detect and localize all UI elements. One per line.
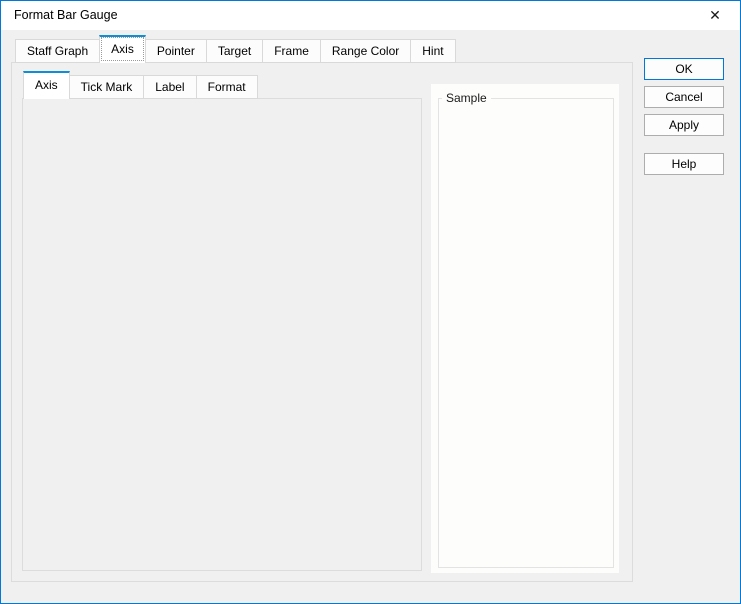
cancel-button[interactable]: Cancel bbox=[644, 86, 724, 108]
subtab-tick-mark[interactable]: Tick Mark bbox=[68, 75, 145, 99]
subtab-axis[interactable]: Axis bbox=[23, 71, 70, 99]
subtab-format[interactable]: Format bbox=[195, 75, 258, 99]
close-icon: ✕ bbox=[709, 7, 721, 23]
ok-button[interactable]: OK bbox=[644, 58, 724, 80]
sample-group: Sample bbox=[438, 91, 614, 568]
axis-sub-page bbox=[22, 98, 422, 571]
close-button[interactable]: ✕ bbox=[700, 5, 730, 26]
help-button[interactable]: Help bbox=[644, 153, 724, 175]
sample-panel: Sample bbox=[431, 84, 619, 573]
tab-hint[interactable]: Hint bbox=[410, 39, 456, 63]
tab-target[interactable]: Target bbox=[205, 39, 264, 63]
window-title: Format Bar Gauge bbox=[14, 8, 118, 22]
tab-range-color[interactable]: Range Color bbox=[319, 39, 412, 63]
main-tab-strip: Staff Graph Axis Pointer Target Frame Ra… bbox=[15, 35, 456, 63]
tab-pointer[interactable]: Pointer bbox=[144, 39, 207, 63]
tab-axis[interactable]: Axis bbox=[99, 35, 146, 63]
format-bar-gauge-dialog: Format Bar Gauge ✕ Staff Graph Axis Poin… bbox=[0, 0, 741, 604]
sub-tab-strip: Axis Tick Mark Label Format bbox=[23, 71, 258, 99]
subtab-label[interactable]: Label bbox=[143, 75, 197, 99]
apply-button[interactable]: Apply bbox=[644, 114, 724, 136]
tab-frame[interactable]: Frame bbox=[262, 39, 321, 63]
sample-group-title: Sample bbox=[442, 91, 491, 105]
title-bar: Format Bar Gauge ✕ bbox=[1, 1, 740, 30]
tab-staff-graph[interactable]: Staff Graph bbox=[15, 39, 101, 63]
